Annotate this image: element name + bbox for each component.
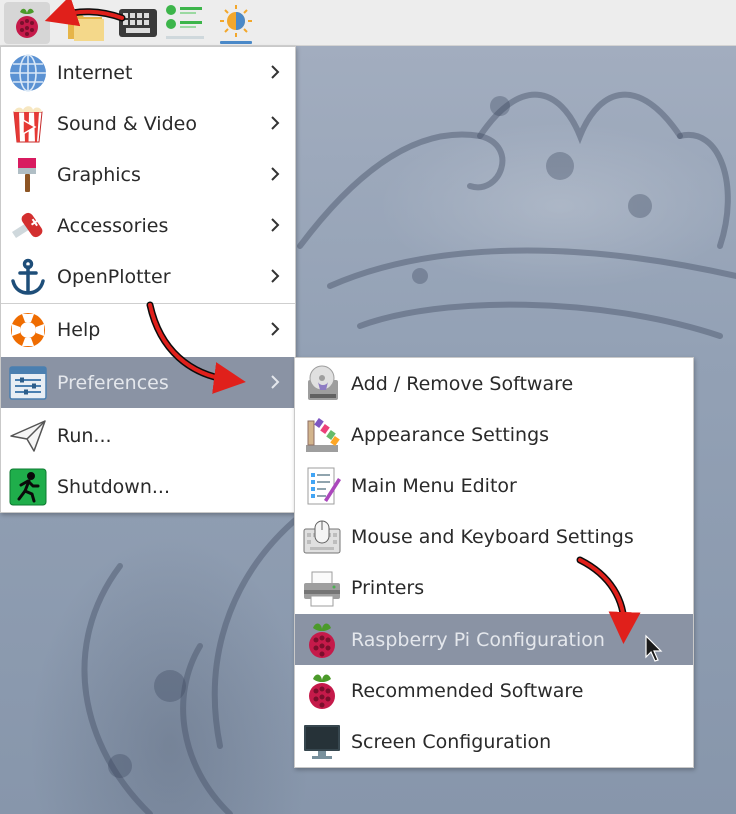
submenu-item-label: Raspberry Pi Configuration (351, 628, 605, 651)
submenu-item-screen-configuration[interactable]: Screen Configuration (295, 716, 693, 767)
brightness-control[interactable] (214, 3, 258, 44)
updates-indicator[interactable] (162, 3, 206, 43)
application-menu: Internet Sound & Video Graphics Accessor… (0, 46, 296, 513)
anchor-icon (8, 257, 48, 297)
submenu-item-add-remove-software[interactable]: Add / Remove Software (295, 358, 693, 409)
globe-icon (8, 53, 48, 93)
menu-editor-icon (302, 466, 342, 506)
submenu-item-recommended-software[interactable]: Recommended Software (295, 665, 693, 716)
keyboard-icon (119, 9, 157, 37)
popcorn-icon (8, 104, 48, 144)
submenu-item-raspberry-pi-configuration[interactable]: Raspberry Pi Configuration (295, 614, 693, 665)
raspberry-icon (302, 671, 342, 711)
menu-item-label: Accessories (57, 214, 169, 237)
raspberry-menu-button[interactable] (4, 2, 50, 44)
submenu-item-label: Main Menu Editor (351, 474, 517, 497)
submenu-item-label: Mouse and Keyboard Settings (351, 525, 634, 548)
menu-item-internet[interactable]: Internet (1, 47, 295, 98)
chevron-right-icon (271, 65, 280, 79)
keyboard-launcher[interactable] (116, 3, 160, 43)
menu-item-label: Graphics (57, 163, 141, 186)
appearance-palette-icon (302, 415, 342, 455)
updates-icon (166, 5, 204, 39)
preferences-submenu: Add / Remove Software Appearance Setting… (294, 357, 694, 768)
menu-item-sound-video[interactable]: Sound & Video (1, 98, 295, 149)
menu-item-help[interactable]: Help (1, 304, 295, 355)
chevron-right-icon (271, 375, 280, 389)
raspberry-menu-icon (16, 8, 38, 38)
chevron-right-icon (271, 167, 280, 181)
chevron-right-icon (271, 116, 280, 130)
menu-item-label: Help (57, 318, 101, 341)
menu-item-label: Internet (57, 61, 133, 84)
swiss-knife-icon (8, 206, 48, 246)
chevron-right-icon (271, 218, 280, 232)
submenu-item-label: Appearance Settings (351, 423, 550, 446)
menu-item-run[interactable]: Run... (1, 410, 295, 461)
taskbar (0, 0, 736, 46)
exit-running-man-icon (8, 467, 48, 507)
folder-icon (68, 13, 104, 41)
menu-item-label: Preferences (57, 371, 169, 394)
file-manager-launcher[interactable] (58, 3, 104, 43)
menu-item-accessories[interactable]: Accessories (1, 200, 295, 251)
submenu-item-label: Printers (351, 576, 425, 599)
menu-item-label: OpenPlotter (57, 265, 171, 288)
monitor-icon (302, 722, 342, 762)
menu-item-shutdown[interactable]: Shutdown... (1, 461, 295, 512)
lifebuoy-icon (8, 310, 48, 350)
submenu-item-printers[interactable]: Printers (295, 562, 693, 613)
menu-item-openplotter[interactable]: OpenPlotter (1, 251, 295, 302)
chevron-right-icon (271, 322, 280, 336)
submenu-item-label: Add / Remove Software (351, 372, 574, 395)
submenu-item-appearance-settings[interactable]: Appearance Settings (295, 409, 693, 460)
mouse-keyboard-icon (302, 517, 342, 557)
submenu-item-label: Recommended Software (351, 679, 584, 702)
preferences-sliders-icon (8, 363, 48, 403)
paintbrush-icon (8, 155, 48, 195)
raspberry-icon (302, 620, 342, 660)
menu-item-label: Run... (57, 424, 112, 447)
submenu-item-mouse-keyboard-settings[interactable]: Mouse and Keyboard Settings (295, 511, 693, 562)
paper-plane-icon (8, 416, 48, 456)
printer-icon (302, 568, 342, 608)
menu-item-graphics[interactable]: Graphics (1, 149, 295, 200)
menu-item-label: Sound & Video (57, 112, 197, 135)
submenu-item-main-menu-editor[interactable]: Main Menu Editor (295, 460, 693, 511)
chevron-right-icon (271, 269, 280, 283)
brightness-icon (220, 5, 252, 44)
submenu-item-label: Screen Configuration (351, 730, 552, 753)
menu-item-preferences[interactable]: Preferences (1, 357, 295, 408)
software-cd-icon (302, 364, 342, 404)
menu-item-label: Shutdown... (57, 475, 170, 498)
